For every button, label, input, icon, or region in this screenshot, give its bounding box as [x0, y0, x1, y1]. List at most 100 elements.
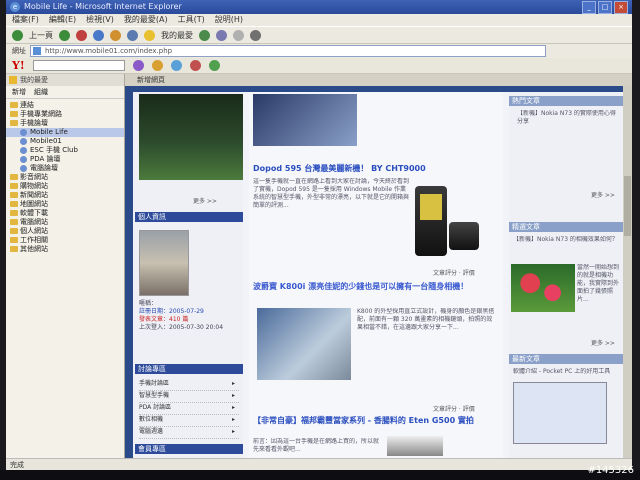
scrollbar-thumb[interactable] [624, 176, 631, 236]
dopod-phone-image[interactable] [415, 186, 447, 256]
refresh-icon[interactable] [93, 29, 104, 41]
stop-icon[interactable] [76, 29, 87, 41]
yahoo-messenger-icon[interactable] [170, 60, 182, 71]
folder-icon [10, 120, 18, 126]
article-body-3: 前言：因為這一台手機是在網路上買的，所以就先來看看外觀吧... [253, 438, 380, 453]
forward-icon[interactable] [59, 29, 70, 41]
folder-icon [10, 246, 18, 252]
forum-menu-label: 數位相機 [139, 416, 164, 423]
taskbar [0, 470, 640, 480]
add-favorite-button[interactable]: 新增 [12, 87, 26, 97]
vertical-scrollbar[interactable] [623, 86, 632, 458]
yahoo-mail-icon[interactable] [151, 60, 163, 71]
arrow-right-icon: ▸ [231, 380, 235, 387]
flowers-photo[interactable] [511, 264, 575, 312]
article-body-1: 這一隻手機就一直在網路上看到大家在討論，今天終於看到了實機，Dopod 595 … [253, 178, 409, 209]
favorite-item[interactable]: 新聞網站 [6, 191, 124, 200]
webpage-content: 更多 >> 個人資訊 暱稱： 註冊日期：2005-07-29 發表文章：410 … [133, 92, 623, 458]
media-icon[interactable] [199, 29, 210, 41]
favorite-item[interactable]: PDA 論壇 [6, 155, 124, 164]
park-photo[interactable] [139, 94, 243, 180]
hot-article-link[interactable]: 【新機】Nokia N73 的實際使用心得分享 [517, 110, 617, 150]
favorite-item[interactable]: 軟體下載 [6, 209, 124, 218]
folder-icon [10, 210, 18, 216]
folder-icon [10, 192, 18, 198]
folder-icon [10, 237, 18, 243]
window-title: Mobile Life - Microsoft Internet Explore… [24, 2, 182, 11]
favorite-item[interactable]: Mobile01 [6, 137, 124, 146]
member-avatar [139, 230, 189, 296]
menu-help[interactable]: 說明(H) [215, 14, 243, 26]
yahoo-news-icon[interactable] [189, 60, 201, 71]
home-icon[interactable] [110, 29, 121, 41]
print-icon[interactable] [250, 29, 261, 41]
forum-section-header: 討論專區 [135, 364, 243, 374]
favorite-label: ESC 手機 Club [30, 146, 78, 154]
favorite-item[interactable]: ESC 手機 Club [6, 146, 124, 155]
favorite-item[interactable]: 手機論壇 [6, 119, 124, 128]
hot-more-link[interactable]: 更多 >> [591, 190, 615, 199]
menu-tools[interactable]: 工具(T) [178, 14, 205, 26]
favorite-item[interactable]: 購物網站 [6, 182, 124, 191]
favorite-item[interactable]: 其他網站 [6, 245, 124, 254]
forum-menu-label: 手機討論區 [139, 380, 170, 387]
close-button[interactable]: × [614, 1, 628, 14]
favorite-item[interactable]: 電腦網站 [6, 218, 124, 227]
favorites-star-icon[interactable] [144, 29, 155, 41]
k800-photo[interactable] [257, 308, 351, 380]
forum-menu-item[interactable]: 電腦週邊 ▸ [139, 426, 239, 439]
page-icon [20, 165, 27, 172]
favorite-label: 影音網站 [20, 173, 48, 181]
yahoo-search-icon[interactable] [132, 60, 144, 71]
favorite-label: Mobile01 [30, 137, 62, 145]
more-link[interactable]: 更多 >> [193, 196, 217, 205]
article-headline-3[interactable]: 【非常自豪】福邦霸豐當家系列 - 香腸料的 Eten G500 實拍 [253, 416, 493, 426]
favorite-item[interactable]: Mobile Life [6, 128, 124, 137]
latest-article-link[interactable]: 軟體介紹 - Pocket PC 上的好用工具 [513, 368, 619, 380]
watermark: #145326 [587, 465, 634, 476]
favorite-item[interactable]: 個人網站 [6, 227, 124, 236]
menu-edit[interactable]: 編輯(E) [49, 14, 76, 26]
favorites-pane: 我的最愛 新增 組織 連結 手機專業網路 手機論壇 Mobile Life Mobile… [6, 74, 125, 458]
favorites-folder-icon [9, 76, 17, 84]
phone-photo-top[interactable] [253, 94, 357, 146]
article-body-2: K800 的外型採用直立式設計，機身的顏色是銀黑搭配，前面有一顆 320 萬畫素… [357, 308, 495, 331]
favorite-item[interactable]: 電腦論壇 [6, 164, 124, 173]
article-headline-2[interactable]: 波爵寶 K800i 漂亮佳妮的少錢也是可以擁有一台隨身相機！ [253, 282, 493, 292]
forum-menu-label: PDA 討論區 [139, 404, 172, 411]
folder-icon [10, 201, 18, 207]
menu-favorites[interactable]: 我的最愛(A) [124, 14, 168, 26]
page-area: 新增網頁 更多 >> 個人資訊 暱稱： 註冊日期：2005-07-29 發表文章… [125, 74, 632, 458]
favorite-item[interactable]: 工作相關 [6, 236, 124, 245]
minimize-button[interactable]: _ [582, 1, 596, 14]
latest-section-header: 最新文章 [509, 354, 623, 364]
eten-photo[interactable] [387, 436, 443, 456]
back-button[interactable]: 上一頁 [29, 30, 53, 41]
yahoo-search-input[interactable] [32, 60, 125, 71]
menu-file[interactable]: 檔案(F) [12, 14, 39, 26]
hot-section-header: 熱門文章 [509, 96, 623, 106]
title-bar: e Mobile Life - Microsoft Internet Explo… [6, 0, 632, 14]
yahoo-logo[interactable]: Y! [12, 59, 25, 72]
organize-favorites-button[interactable]: 組織 [34, 87, 48, 97]
favorites-button[interactable]: 我的最愛 [161, 30, 193, 41]
featured-article-link[interactable]: 【新機】Nokia N73 的相機效果如何？ [513, 236, 619, 256]
article-headline-1[interactable]: Dopod 595 台灣最美麗新機！ BY CHT9000 [253, 164, 493, 174]
address-input[interactable]: http://www.mobile01.com/index.php [30, 45, 546, 57]
history-icon[interactable] [216, 29, 227, 41]
back-icon[interactable] [12, 29, 23, 41]
bottom-section-header: 會員專區 [135, 444, 243, 454]
yahoo-shop-icon[interactable] [208, 60, 220, 71]
favorite-label: 電腦論壇 [30, 164, 58, 172]
menu-view[interactable]: 檢視(V) [86, 14, 114, 26]
favorite-item[interactable]: 手機專業網路 [6, 110, 124, 119]
favorite-item[interactable]: 影音網站 [6, 173, 124, 182]
favorite-item[interactable]: 連結 [6, 101, 124, 110]
featured-more-link[interactable]: 更多 >> [591, 338, 615, 347]
search-icon[interactable] [127, 29, 138, 41]
new-page-tab[interactable]: 新增網頁 [137, 76, 165, 84]
software-screenshot[interactable] [513, 382, 607, 444]
maximize-button[interactable]: □ [598, 1, 612, 14]
favorite-item[interactable]: 地圖網站 [6, 200, 124, 209]
mail-icon[interactable] [233, 29, 244, 41]
